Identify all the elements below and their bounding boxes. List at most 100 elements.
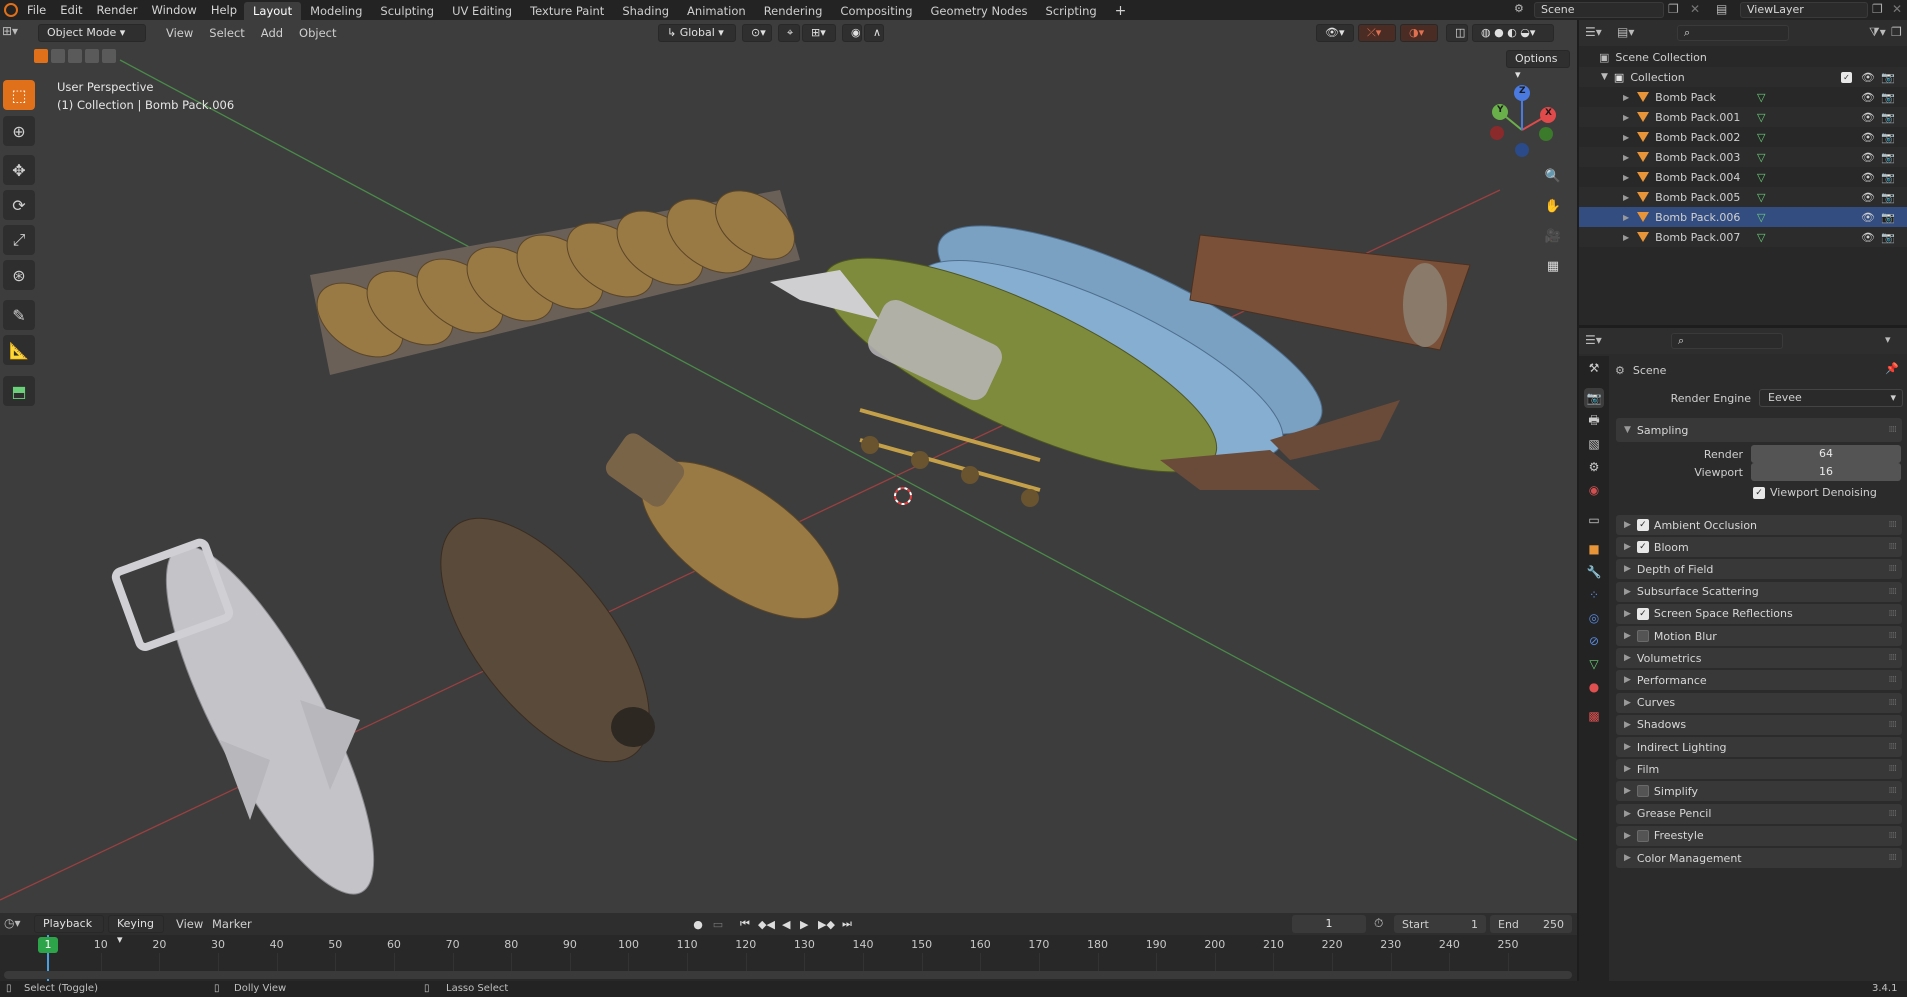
pivot-point-icon[interactable]: ⊙▾ xyxy=(742,24,772,42)
eye-icon[interactable]: 👁 xyxy=(1861,151,1875,164)
select-intersect-icon[interactable] xyxy=(102,49,116,63)
material-tab-icon[interactable]: ● xyxy=(1584,677,1604,697)
scale-tool[interactable]: ⤢ xyxy=(3,225,35,255)
expand-chevron-icon[interactable]: ▶ xyxy=(1623,113,1629,122)
scene-icon[interactable]: ⚙ xyxy=(1514,2,1530,18)
outliner-object-row[interactable]: ▶ Bomb Pack.001 ▽ 👁 📷 xyxy=(1579,107,1907,127)
panel-indirect-lighting[interactable]: ▶ Indirect Lighting ⁞⁞⁞⁞ xyxy=(1616,737,1902,757)
gizmo-x-label[interactable]: X xyxy=(1545,108,1552,118)
hand-pan-icon[interactable]: ✋ xyxy=(1542,195,1564,217)
tab-sculpting[interactable]: Sculpting xyxy=(371,2,443,20)
mesh-data-icon[interactable]: ▽ xyxy=(1757,151,1765,164)
data-tab-icon[interactable]: ▽ xyxy=(1584,654,1604,674)
collection-tab-icon[interactable]: ▭ xyxy=(1584,510,1604,530)
view-layer-tab-icon[interactable]: ▧ xyxy=(1584,434,1604,454)
mesh-data-icon[interactable]: ▽ xyxy=(1757,171,1765,184)
tab-geometry-nodes[interactable]: Geometry Nodes xyxy=(922,2,1037,20)
expand-chevron-icon[interactable]: ▶ xyxy=(1623,133,1629,142)
eye-icon[interactable]: 👁 xyxy=(1861,211,1875,224)
tab-compositing[interactable]: Compositing xyxy=(831,2,921,20)
render-tab-icon[interactable]: 📷 xyxy=(1584,388,1604,408)
measure-tool[interactable]: 📐 xyxy=(3,335,35,365)
tab-texture-paint[interactable]: Texture Paint xyxy=(521,2,613,20)
outliner-scene-collection[interactable]: ▣ Scene Collection xyxy=(1579,47,1907,67)
drag-grip-icon[interactable]: ⁞⁞⁞⁞ xyxy=(1889,609,1898,619)
panel-enable-checkbox[interactable]: ✓ xyxy=(1636,541,1649,554)
outliner-editor-icon[interactable]: ☰▾ xyxy=(1585,25,1602,39)
texture-tab-icon[interactable]: ▩ xyxy=(1584,706,1604,726)
menu-edit[interactable]: Edit xyxy=(53,0,89,20)
drag-grip-icon[interactable]: ⁞⁞⁞⁞ xyxy=(1889,742,1898,752)
render-engine-dropdown[interactable]: Eevee ▾ xyxy=(1759,389,1903,407)
render-camera-icon[interactable]: 📷 xyxy=(1881,151,1895,164)
new-scene-icon[interactable]: ❐ xyxy=(1668,2,1679,16)
gizmo-y-label[interactable]: Y xyxy=(1497,105,1504,115)
drag-grip-icon[interactable]: ⁞⁞⁞⁞ xyxy=(1889,631,1898,641)
menu-help[interactable]: Help xyxy=(204,0,244,20)
select-new-icon[interactable] xyxy=(34,49,48,63)
drag-grip-icon[interactable]: ⁞⁞⁞⁞ xyxy=(1889,520,1898,530)
eye-icon[interactable]: 👁 xyxy=(1861,71,1875,84)
move-tool[interactable]: ✥ xyxy=(3,155,35,185)
snap-icon[interactable]: ⌖ xyxy=(778,24,800,42)
options-dropdown[interactable]: Options ▾ xyxy=(1506,50,1570,81)
outliner-object-row[interactable]: ▶ Bomb Pack.005 ▽ 👁 📷 xyxy=(1579,187,1907,207)
drag-grip-icon[interactable]: ⁞⁞⁞⁞ xyxy=(1889,809,1898,819)
drag-grip-icon[interactable]: ⁞⁞⁞⁞ xyxy=(1889,653,1898,663)
expand-chevron-icon[interactable]: ▶ xyxy=(1623,213,1629,222)
expand-chevron-icon[interactable]: ▶ xyxy=(1623,93,1629,102)
add-cube-tool[interactable]: ⬒ xyxy=(3,376,35,406)
menu-add[interactable]: Add xyxy=(253,26,291,40)
panel-volumetrics[interactable]: ▶ Volumetrics ⁞⁞⁞⁞ xyxy=(1616,648,1902,669)
select-box-tool[interactable]: ⬚ xyxy=(3,80,35,110)
outliner-object-row[interactable]: ▶ Bomb Pack.004 ▽ 👁 📷 xyxy=(1579,167,1907,187)
mesh-data-icon[interactable]: ▽ xyxy=(1757,131,1765,144)
panel-motion-blur[interactable]: ▶ Motion Blur ⁞⁞⁞⁞ xyxy=(1616,626,1902,646)
panel-curves[interactable]: ▶ Curves ⁞⁞⁞⁞ xyxy=(1616,692,1902,713)
outliner-object-row[interactable]: ▶ Bomb Pack.003 ▽ 👁 📷 xyxy=(1579,147,1907,167)
menu-render[interactable]: Render xyxy=(90,0,145,20)
rotate-tool[interactable]: ⟳ xyxy=(3,190,35,220)
overlay-toggle-icon[interactable]: ◑▾ xyxy=(1400,24,1438,42)
display-mode-icon[interactable]: ▤▾ xyxy=(1617,25,1634,39)
drag-grip-icon[interactable]: ⁞⁞⁞⁞ xyxy=(1889,764,1898,774)
editor-type-icon[interactable]: ⊞▾ xyxy=(2,24,32,42)
panel-enable-checkbox[interactable]: ✓ xyxy=(1636,607,1649,620)
transform-tool[interactable]: ⊛ xyxy=(3,260,35,290)
tab-rendering[interactable]: Rendering xyxy=(755,2,832,20)
expand-chevron-icon[interactable]: ▶ xyxy=(1623,193,1629,202)
render-camera-icon[interactable]: 📷 xyxy=(1881,231,1895,244)
outliner-object-row[interactable]: ▶ Bomb Pack.007 ▽ 👁 📷 xyxy=(1579,227,1907,247)
drag-grip-icon[interactable]: ⁞⁞⁞⁞ xyxy=(1889,853,1898,863)
delete-scene-icon[interactable]: ✕ xyxy=(1690,2,1700,16)
panel-enable-checkbox[interactable] xyxy=(1636,785,1649,798)
tab-shading[interactable]: Shading xyxy=(613,2,678,20)
render-camera-icon[interactable]: 📷 xyxy=(1881,91,1895,104)
mode-dropdown[interactable]: Object Mode ▾ xyxy=(38,24,146,42)
shading-mode-icons[interactable]: ◍ ● ◐ ◒▾ xyxy=(1472,24,1554,42)
drag-grip-icon[interactable]: ⁞⁞⁞⁞ xyxy=(1889,720,1898,730)
drag-grip-icon[interactable]: ⁞⁞⁞⁞ xyxy=(1889,675,1898,685)
panel-simplify[interactable]: ▶ Simplify ⁞⁞⁞⁞ xyxy=(1616,781,1902,802)
render-samples-field[interactable]: 64 xyxy=(1751,445,1901,463)
drag-grip-icon[interactable]: ⁞⁞⁞⁞ xyxy=(1889,831,1898,841)
gizmo-toggle-icon[interactable]: ⤫▾ xyxy=(1358,24,1396,42)
camera-icon[interactable]: 🎥 xyxy=(1542,225,1564,247)
eye-icon[interactable]: 👁 xyxy=(1861,111,1875,124)
panel-bloom[interactable]: ▶ ✓ Bloom ⁞⁞⁞⁞ xyxy=(1616,537,1902,558)
render-camera-icon[interactable]: 📷 xyxy=(1881,211,1895,224)
expand-chevron-icon[interactable]: ▶ xyxy=(1623,153,1629,162)
expand-chevron-icon[interactable]: ▼ xyxy=(1601,72,1608,82)
drag-grip-icon[interactable]: ⁞⁞⁞⁞ xyxy=(1889,425,1898,435)
outliner-search-input[interactable]: ⌕ xyxy=(1677,25,1789,41)
scene-selector[interactable]: Scene xyxy=(1534,2,1664,18)
menu-window[interactable]: Window xyxy=(144,0,203,20)
expand-chevron-icon[interactable]: ▶ xyxy=(1623,233,1629,242)
pin-icon[interactable]: 📌 xyxy=(1885,362,1899,375)
drag-grip-icon[interactable]: ⁞⁞⁞⁞ xyxy=(1889,698,1898,708)
panel-ambient-occlusion[interactable]: ▶ ✓ Ambient Occlusion ⁞⁞⁞⁞ xyxy=(1616,515,1902,535)
delete-view-layer-icon[interactable]: ✕ xyxy=(1892,2,1902,16)
menu-object[interactable]: Object xyxy=(291,26,344,40)
select-subtract-icon[interactable] xyxy=(68,49,82,63)
blender-logo-icon[interactable] xyxy=(4,3,18,17)
